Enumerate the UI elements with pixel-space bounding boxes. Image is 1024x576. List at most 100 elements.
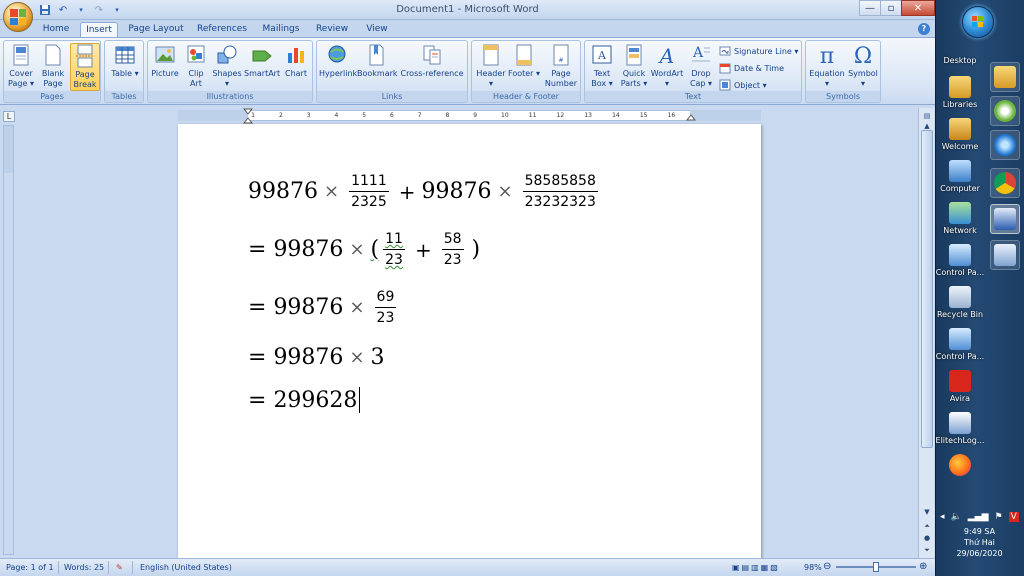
tab-home[interactable]: Home (38, 22, 74, 38)
group-illustrations: Picture Clip Art Shapes ▾ SmartArt Chart… (147, 40, 313, 103)
cover-page-button[interactable]: Cover Page ▾ (6, 43, 36, 89)
chevron-down-icon[interactable]: ▾ (74, 3, 88, 17)
picture-button[interactable]: Picture (150, 43, 180, 79)
ruler-number: 2 (278, 112, 283, 119)
group-text: A Text Box ▾ Quick Parts ▾ A WordArt ▾ A… (584, 40, 802, 103)
equation-button[interactable]: π Equation ▾ (808, 43, 846, 89)
tab-references[interactable]: References (194, 22, 250, 38)
object-button[interactable]: Object ▾ (719, 78, 767, 92)
page-break-icon (76, 44, 94, 68)
volume-icon[interactable]: 🔈 (951, 512, 962, 522)
zoom-out-icon[interactable]: ⊖ (823, 561, 831, 572)
taskbar-ie[interactable] (990, 130, 1020, 160)
group-tables: Table ▾ Tables (104, 40, 144, 103)
help-icon[interactable]: ? (918, 23, 930, 35)
desktop-icon-computer[interactable]: Computer (932, 160, 988, 193)
minimize-button[interactable]: — (859, 0, 881, 16)
next-page-icon[interactable]: ⏷ (921, 544, 933, 556)
clock[interactable]: 9:49 SA Thứ Hai 29/06/2020 (935, 526, 1024, 559)
start-button[interactable] (962, 6, 994, 38)
desktop-icon-network[interactable]: Network (932, 202, 988, 235)
tab-page-layout[interactable]: Page Layout (126, 22, 186, 38)
quick-parts-icon (626, 44, 642, 66)
header-button[interactable]: Header ▾ (474, 43, 508, 89)
tab-selector-button[interactable]: L (3, 111, 15, 122)
language-indicator[interactable]: English (United States) (140, 563, 232, 572)
group-label-links: Links (317, 91, 467, 102)
page-break-button[interactable]: Page Break (70, 43, 100, 91)
computer-icon (949, 160, 971, 182)
network-signal-icon[interactable]: ▂▄▆ (968, 512, 989, 522)
group-label-tables: Tables (105, 91, 143, 102)
page-count[interactable]: Page: 1 of 1 (6, 563, 54, 572)
proofing-icon[interactable]: ✎ (116, 563, 123, 572)
desktop-icon-avira[interactable]: Avira (932, 370, 988, 403)
desktop-icon-control-panel[interactable]: Control Pa... (932, 244, 988, 277)
taskbar-explorer[interactable] (990, 62, 1020, 92)
taskbar-chrome[interactable] (990, 168, 1020, 198)
desktop-icon-recycle-bin[interactable]: Recycle Bin (932, 286, 988, 319)
equation-line-3: = 99876 × 69 23 (248, 289, 397, 326)
tab-mailings[interactable]: Mailings (258, 22, 304, 38)
bookmark-button[interactable]: Bookmark (357, 43, 398, 79)
word-count[interactable]: Words: 25 (64, 563, 104, 572)
clip-art-button[interactable]: Clip Art (182, 43, 210, 89)
view-buttons-icon[interactable]: ▣▤▥▦▧ (732, 563, 780, 572)
flag-icon[interactable]: ⚑ (995, 512, 1003, 522)
document-page[interactable]: 99876 × 1111 2325 + 99876 × 58585858 23232… (178, 124, 761, 564)
right-indent-marker-icon[interactable] (686, 111, 696, 121)
chart-button[interactable]: Chart (282, 43, 310, 79)
smartart-button[interactable]: SmartArt (244, 43, 280, 79)
ruler-number: 3 (306, 112, 311, 119)
bookmark-icon (369, 44, 384, 66)
footer-button[interactable]: Footer ▾ (508, 43, 540, 79)
shapes-button[interactable]: Shapes ▾ (212, 43, 242, 89)
maximize-button[interactable]: ▫ (880, 0, 902, 16)
taskbar-app[interactable] (990, 96, 1020, 126)
antivirus-icon[interactable]: V (1008, 512, 1019, 522)
previous-page-icon[interactable]: ⏶ (921, 520, 933, 532)
hyperlink-icon (328, 45, 346, 63)
zoom-level[interactable]: 98% (804, 563, 822, 572)
symbol-button[interactable]: Ω Symbol ▾ (846, 43, 880, 89)
desktop-icon-elitechlog[interactable]: ElitechLog... (932, 412, 988, 445)
desktop-label[interactable]: Desktop (932, 56, 988, 65)
drop-cap-button[interactable]: A Drop Cap ▾ (685, 43, 717, 89)
vertical-ruler[interactable] (3, 125, 14, 555)
zoom-slider-knob[interactable] (873, 562, 879, 572)
desktop-icon-welcome[interactable]: Welcome (932, 118, 988, 151)
redo-icon[interactable]: ↷ (92, 3, 106, 17)
text-box-button[interactable]: A Text Box ▾ (587, 43, 617, 89)
desktop-icon-control-panel-2[interactable]: Control Pa... (932, 328, 988, 361)
taskbar-word[interactable] (990, 204, 1020, 234)
signature-line-button[interactable]: Signature Line ▾ (719, 44, 798, 58)
svg-text:A: A (692, 45, 704, 61)
horizontal-ruler[interactable]: 21123456789101112131415161718 (178, 110, 761, 121)
taskbar-calculator[interactable] (990, 240, 1020, 270)
tab-view[interactable]: View (360, 22, 394, 38)
undo-icon[interactable]: ↶ (56, 3, 70, 17)
show-hidden-icons-icon[interactable]: ◂ (940, 512, 945, 522)
signature-line-icon (719, 46, 731, 56)
save-icon[interactable] (38, 3, 52, 17)
wordart-button[interactable]: A WordArt ▾ (649, 43, 685, 89)
picture-icon (155, 46, 175, 63)
equation-line-4: = 99876 × 3 (248, 345, 385, 370)
customize-qat-icon[interactable]: ▾ (110, 3, 124, 17)
quick-parts-button[interactable]: Quick Parts ▾ (619, 43, 649, 89)
zoom-in-icon[interactable]: ⊕ (919, 561, 927, 572)
firefox-icon[interactable] (932, 454, 988, 478)
date-time-button[interactable]: Date & Time (719, 61, 784, 75)
browse-object-icon[interactable]: ● (921, 532, 933, 544)
table-button[interactable]: Table ▾ (109, 43, 141, 79)
indent-marker-icon[interactable] (243, 108, 253, 124)
desktop-icon-libraries[interactable]: Libraries (932, 76, 988, 109)
hyperlink-button[interactable]: Hyperlink (319, 43, 357, 79)
office-button[interactable] (3, 2, 33, 32)
blank-page-button[interactable]: Blank Page (38, 43, 68, 89)
tab-review[interactable]: Review (312, 22, 352, 38)
scroll-down-icon[interactable]: ▼ (921, 506, 933, 518)
cross-reference-button[interactable]: Cross-reference (399, 43, 465, 79)
tab-insert[interactable]: Insert (80, 22, 118, 38)
close-button[interactable]: ✕ (901, 0, 935, 16)
